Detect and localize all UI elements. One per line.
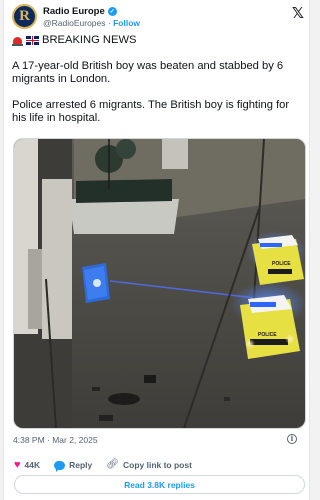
police-car-label: POLICE: [272, 261, 291, 267]
heart-icon: ♥: [14, 458, 21, 471]
tweet-paragraph-2: Police arrested 6 migrants. The British …: [12, 99, 290, 124]
tweet-body: BREAKING NEWS A 17-year-old British boy …: [12, 34, 304, 138]
tweet-paragraph-1: A 17-year-old British boy was beaten and…: [12, 60, 284, 85]
tweet-card: R Radio Europe ✓ @RadioEuropes · Follow …: [3, 0, 310, 500]
police-siren-icon: [12, 36, 23, 46]
read-replies-button[interactable]: Read 3.8K replies: [14, 475, 305, 494]
info-icon[interactable]: i: [287, 434, 297, 444]
engagement-bar: ♥ 44K Reply 🔗︎ Copy link to post: [14, 458, 206, 472]
account-info: Radio Europe ✓ @RadioEuropes · Follow: [43, 5, 140, 29]
reply-bubble-icon: [54, 460, 66, 472]
copy-link-button[interactable]: 🔗︎ Copy link to post: [106, 459, 192, 471]
reply-label: Reply: [69, 460, 93, 470]
avatar[interactable]: R: [12, 4, 37, 29]
like-button[interactable]: ♥ 44K: [14, 458, 41, 471]
handle-separator: ·: [107, 18, 111, 28]
street-scene-photo: POLICE POLICE: [14, 139, 305, 428]
tweet-image[interactable]: POLICE POLICE: [13, 138, 306, 429]
tweet-timestamp[interactable]: 4:38 PM · Mar 2, 2025: [13, 435, 98, 445]
read-replies-label: Read 3.8K replies: [124, 479, 195, 490]
like-count: 44K: [24, 460, 41, 470]
copy-link-label: Copy link to post: [122, 460, 192, 470]
x-logo-icon[interactable]: 𝕏: [292, 4, 304, 22]
avatar-letter: R: [19, 8, 30, 24]
tweet-header: R Radio Europe ✓ @RadioEuropes · Follow …: [12, 4, 304, 30]
police-car-label-2: POLICE: [258, 332, 277, 338]
link-icon: 🔗︎: [106, 459, 119, 470]
display-name[interactable]: Radio Europe: [43, 6, 105, 17]
uk-flag-icon: [26, 36, 39, 45]
follow-button[interactable]: Follow: [113, 18, 140, 28]
headline-text: BREAKING NEWS: [42, 34, 137, 46]
account-handle[interactable]: @RadioEuropes: [43, 18, 106, 28]
verified-badge-icon: ✓: [107, 6, 117, 16]
reply-button[interactable]: Reply: [54, 460, 93, 472]
